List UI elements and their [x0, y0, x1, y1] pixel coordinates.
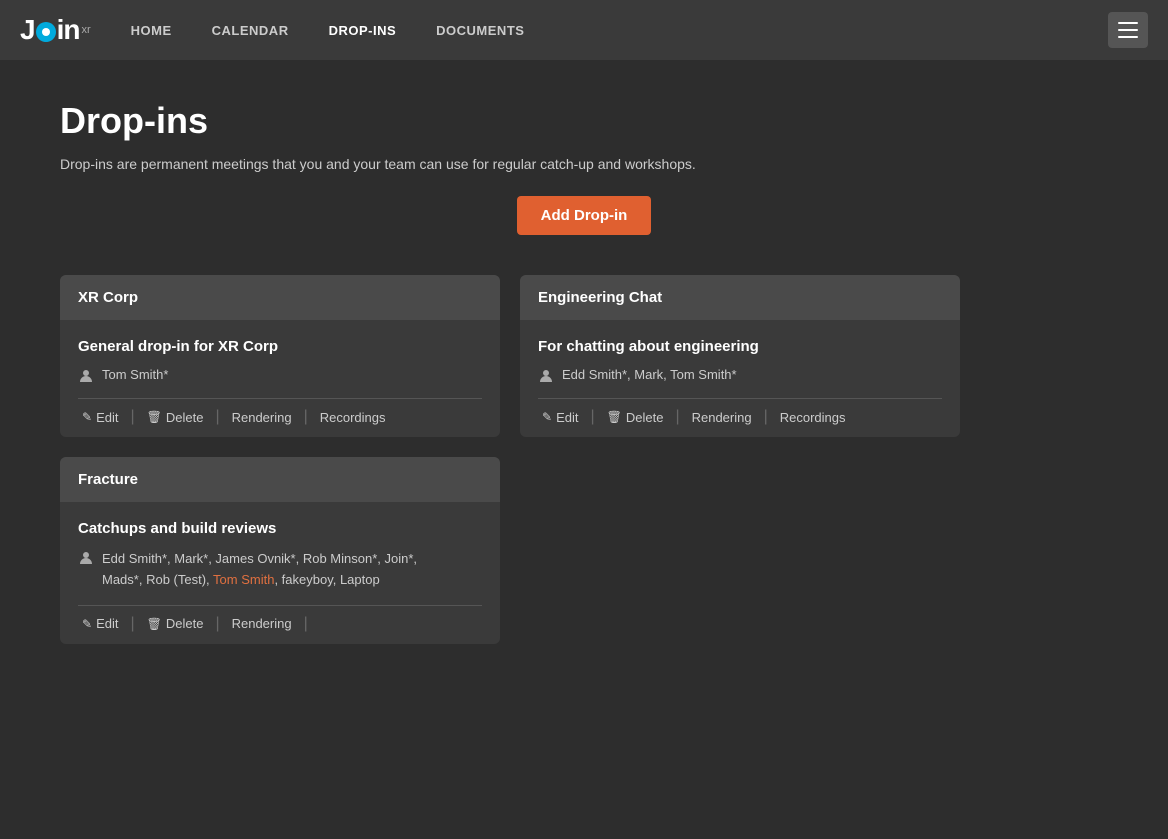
nav-home[interactable]: HOME	[131, 23, 172, 38]
hamburger-line-1	[1118, 22, 1138, 24]
xr-corp-rendering-button[interactable]: Rendering	[220, 410, 304, 425]
nav-documents[interactable]: DOCUMENTS	[436, 23, 524, 38]
xr-corp-edit-button[interactable]: ✎ Edit	[78, 410, 130, 425]
logo-xr: xr	[81, 24, 90, 36]
hamburger-line-2	[1118, 29, 1138, 31]
person-icon-eng	[538, 368, 554, 384]
delete-icon-eng: 🗑	[607, 410, 622, 424]
eng-chat-participants-text: Edd Smith*, Mark, Tom Smith*	[562, 367, 737, 382]
edit-label-eng: Edit	[556, 410, 578, 425]
edit-icon-fracture: ✎	[82, 617, 92, 631]
fracture-participants-line2-end: , fakeyboy, Laptop	[274, 572, 379, 587]
delete-icon-fracture: 🗑	[147, 617, 162, 631]
edit-label-fracture: Edit	[96, 616, 118, 631]
eng-chat-edit-button[interactable]: ✎ Edit	[538, 410, 590, 425]
nav-links: HOME CALENDAR DROP-INS DOCUMENTS	[131, 23, 1148, 38]
hamburger-line-3	[1118, 36, 1138, 38]
card-fracture: Fracture Catchups and build reviews Edd …	[60, 457, 500, 644]
fracture-participants-text: Edd Smith*, Mark*, James Ovnik*, Rob Min…	[102, 549, 417, 591]
recordings-label-eng: Recordings	[780, 410, 846, 425]
xr-corp-participants: Tom Smith*	[78, 367, 482, 384]
fracture-actions: ✎ Edit | 🗑 Delete | Rendering |	[78, 605, 482, 644]
card-fracture-header: Fracture	[60, 457, 500, 502]
eng-chat-participants: Edd Smith*, Mark, Tom Smith*	[538, 367, 942, 384]
main-content: Drop-ins Drop-ins are permanent meetings…	[0, 60, 1168, 684]
card-engineering-chat-body: For chatting about engineering Edd Smith…	[520, 320, 960, 437]
eng-chat-actions: ✎ Edit | 🗑 Delete | Rendering | Recordin…	[538, 398, 942, 437]
card-engineering-chat-header: Engineering Chat	[520, 275, 960, 320]
xr-corp-delete-button[interactable]: 🗑 Delete	[135, 410, 216, 425]
fracture-delete-button[interactable]: 🗑 Delete	[135, 616, 216, 631]
edit-icon: ✎	[82, 410, 92, 424]
fracture-participants-line2-plain: Mads*, Rob (Test),	[102, 572, 210, 587]
eng-chat-delete-button[interactable]: 🗑 Delete	[595, 410, 676, 425]
fracture-participants-highlight: Tom Smith	[210, 572, 275, 587]
xr-corp-meeting-name: General drop-in for XR Corp	[78, 338, 482, 355]
logo-text: Jin	[20, 14, 79, 46]
card-xr-corp: XR Corp General drop-in for XR Corp Tom …	[60, 275, 500, 437]
fracture-participants: Edd Smith*, Mark*, James Ovnik*, Rob Min…	[78, 549, 482, 591]
fracture-participants-line1: Edd Smith*, Mark*, James Ovnik*, Rob Min…	[102, 551, 417, 566]
hamburger-menu-button[interactable]	[1108, 12, 1148, 48]
eng-chat-rendering-button[interactable]: Rendering	[680, 410, 764, 425]
rendering-label-eng: Rendering	[692, 410, 752, 425]
eng-chat-meeting-name: For chatting about engineering	[538, 338, 942, 355]
card-fracture-body: Catchups and build reviews Edd Smith*, M…	[60, 502, 500, 644]
edit-label: Edit	[96, 410, 118, 425]
nav-dropins[interactable]: DROP-INS	[329, 23, 397, 38]
person-icon	[78, 368, 94, 384]
xr-corp-actions: ✎ Edit | 🗑 Delete | Rendering | Recordin…	[78, 398, 482, 437]
edit-icon-eng: ✎	[542, 410, 552, 424]
navbar: Jin xr HOME CALENDAR DROP-INS DOCUMENTS	[0, 0, 1168, 60]
recordings-label: Recordings	[320, 410, 386, 425]
delete-label-eng: Delete	[626, 410, 664, 425]
card-xr-corp-body: General drop-in for XR Corp Tom Smith* ✎…	[60, 320, 500, 437]
cards-grid: XR Corp General drop-in for XR Corp Tom …	[60, 275, 960, 644]
rendering-label-fracture: Rendering	[232, 616, 292, 631]
card-engineering-chat: Engineering Chat For chatting about engi…	[520, 275, 960, 437]
logo: Jin xr	[20, 14, 91, 46]
delete-label-fracture: Delete	[166, 616, 204, 631]
sep-9: |	[304, 616, 308, 632]
rendering-label: Rendering	[232, 410, 292, 425]
logo-o-icon	[36, 22, 56, 42]
page-title: Drop-ins	[60, 100, 1108, 142]
fracture-edit-button[interactable]: ✎ Edit	[78, 616, 130, 631]
delete-label: Delete	[166, 410, 204, 425]
add-dropin-button[interactable]: Add Drop-in	[517, 196, 652, 235]
xr-corp-participants-text: Tom Smith*	[102, 367, 168, 382]
xr-corp-recordings-button[interactable]: Recordings	[308, 410, 398, 425]
delete-icon: 🗑	[147, 410, 162, 424]
nav-calendar[interactable]: CALENDAR	[212, 23, 289, 38]
eng-chat-recordings-button[interactable]: Recordings	[768, 410, 858, 425]
person-icon-fracture	[78, 550, 94, 566]
fracture-rendering-button[interactable]: Rendering	[220, 616, 304, 631]
page-subtitle: Drop-ins are permanent meetings that you…	[60, 156, 1108, 172]
fracture-meeting-name: Catchups and build reviews	[78, 520, 482, 537]
card-xr-corp-header: XR Corp	[60, 275, 500, 320]
